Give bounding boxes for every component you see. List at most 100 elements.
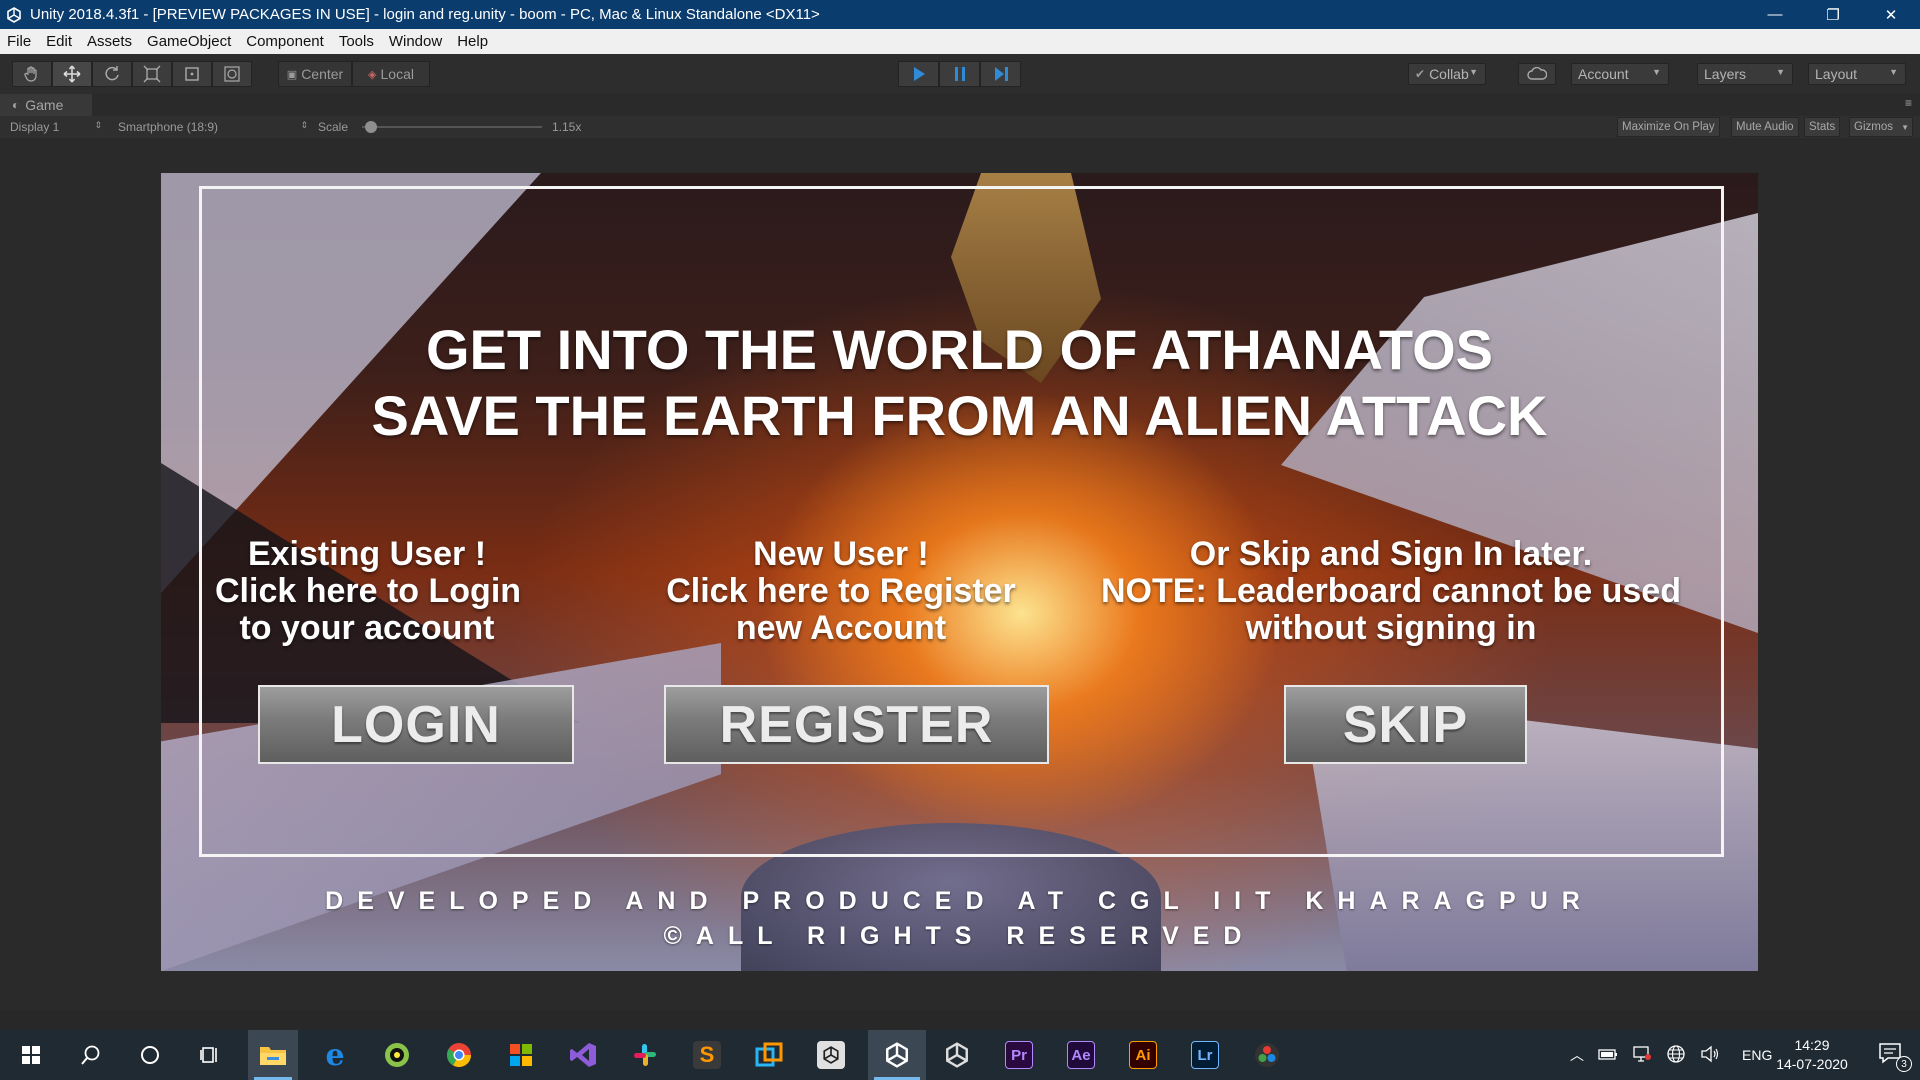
notification-center-icon[interactable]: 3 — [1878, 1042, 1912, 1072]
gizmos-label: Gizmos — [1854, 121, 1893, 133]
mute-audio-toggle[interactable]: Mute Audio — [1731, 117, 1799, 137]
rect-tool-icon[interactable] — [172, 61, 212, 87]
chrome-icon[interactable] — [434, 1030, 484, 1080]
headline-line-1: GET INTO THE WORLD OF ATHANATOS — [425, 318, 1494, 381]
edge-icon[interactable]: e — [310, 1030, 360, 1080]
chevron-down-icon: ▼ — [1469, 67, 1478, 77]
chevron-down-icon: ▼ — [1652, 67, 1661, 77]
search-icon[interactable] — [66, 1030, 116, 1080]
credit-line-2: ©ALL RIGHTS RESERVED — [663, 922, 1256, 950]
taskbar-clock[interactable]: 14:29 14-07-2020 — [1772, 1036, 1852, 1074]
menu-help[interactable]: Help — [450, 33, 496, 50]
playback-controls — [898, 61, 1021, 87]
scale-label: Scale — [318, 120, 349, 134]
game-tab[interactable]: ◐ Game — [0, 94, 92, 116]
scale-value: 1.15x — [552, 120, 582, 134]
game-controller-icon: ◐ — [12, 98, 20, 112]
after-effects-icon[interactable]: Ae — [1056, 1030, 1106, 1080]
move-tool-icon[interactable] — [52, 61, 92, 87]
pivot-local-toggle[interactable]: ◈ Local — [352, 61, 430, 87]
unity-editor-icon[interactable] — [932, 1030, 982, 1080]
register-button[interactable]: REGISTER — [664, 685, 1049, 764]
unity-hub-icon[interactable] — [806, 1030, 856, 1080]
menu-file[interactable]: File — [0, 33, 39, 50]
local-space-icon: ◈ — [368, 68, 377, 81]
pivot-icon: ▣ — [286, 68, 298, 81]
rotate-tool-icon[interactable] — [92, 61, 132, 87]
collab-dropdown[interactable]: ✔ Collab ▼ — [1408, 63, 1486, 85]
layout-dropdown[interactable]: Layout ▼ — [1808, 63, 1906, 85]
transform-tools — [12, 61, 252, 87]
headline-line-2: SAVE THE EARTH FROM AN ALIEN ATTACK — [371, 384, 1548, 447]
skip-button[interactable]: SKIP — [1284, 685, 1527, 764]
maximize-on-play-toggle[interactable]: Maximize On Play — [1617, 117, 1720, 137]
globe-icon[interactable] — [1666, 1044, 1686, 1067]
scale-slider-thumb[interactable] — [365, 121, 377, 133]
panel-menu-icon[interactable]: ≡ — [1905, 96, 1912, 110]
app-globe-icon[interactable] — [372, 1030, 422, 1080]
pivot-center-toggle[interactable]: ▣ Center — [278, 61, 352, 87]
pivot-controls: ▣ Center ◈ Local — [278, 61, 430, 87]
skip-line-3: without signing in — [1245, 609, 1537, 647]
davinci-resolve-icon[interactable] — [1242, 1030, 1292, 1080]
game-tab-label: Game — [25, 97, 64, 113]
play-button[interactable] — [898, 61, 939, 87]
menu-tools[interactable]: Tools — [332, 33, 382, 50]
stats-toggle[interactable]: Stats — [1804, 117, 1841, 137]
menu-component[interactable]: Component — [239, 33, 332, 50]
windows-start-icon[interactable] — [6, 1030, 56, 1080]
login-button[interactable]: LOGIN — [258, 685, 574, 764]
game-tab-header: ◐ Game ≡ — [0, 94, 1920, 116]
resolution-dropdown[interactable]: Smartphone (18:9) ⇕ — [118, 120, 308, 134]
step-button[interactable] — [980, 61, 1021, 87]
visual-studio-icon[interactable] — [558, 1030, 608, 1080]
language-indicator[interactable]: ENG — [1742, 1047, 1772, 1063]
display-dropdown[interactable]: Display 1 ⇕ — [10, 120, 102, 134]
account-dropdown[interactable]: Account ▼ — [1571, 63, 1669, 85]
gizmos-dropdown[interactable]: Gizmos ▼ — [1849, 117, 1913, 137]
menu-gameobject[interactable]: GameObject — [140, 33, 239, 50]
chevron-down-icon: ▼ — [1776, 67, 1785, 77]
cortana-icon[interactable] — [125, 1030, 175, 1080]
minimize-button[interactable]: — — [1746, 0, 1804, 29]
close-button[interactable]: ✕ — [1862, 0, 1920, 29]
existing-user-line-2: Click here to Login — [215, 572, 522, 610]
new-user-line-1: New User ! — [753, 535, 929, 573]
task-view-icon[interactable] — [185, 1030, 235, 1080]
menu-window[interactable]: Window — [382, 33, 450, 50]
menu-bar: File Edit Assets GameObject Component To… — [0, 29, 1920, 54]
cloud-button[interactable] — [1518, 63, 1556, 85]
game-screen: GET INTO THE WORLD OF ATHANATOS SAVE THE… — [161, 173, 1758, 971]
windows-taskbar: e S Pr Ae Ai Lr ︿ ENG 14:29 14-07-2020 3 — [0, 1030, 1920, 1080]
window-title-bar: Unity 2018.4.3f1 - [PREVIEW PACKAGES IN … — [0, 0, 1920, 29]
layers-dropdown[interactable]: Layers ▼ — [1697, 63, 1793, 85]
skip-line-1: Or Skip and Sign In later. — [1189, 535, 1593, 573]
new-user-line-2: Click here to Register — [666, 572, 1016, 610]
skip-text: Or Skip and Sign In later. NOTE: Leaderb… — [1091, 536, 1691, 647]
scale-slider[interactable] — [362, 121, 542, 133]
play-icon — [913, 67, 925, 81]
restore-button[interactable]: ❐ — [1804, 0, 1862, 29]
menu-edit[interactable]: Edit — [39, 33, 80, 50]
menu-assets[interactable]: Assets — [80, 33, 140, 50]
existing-user-line-3: to your account — [239, 609, 495, 647]
hand-tool-icon[interactable] — [12, 61, 52, 87]
scale-tool-icon[interactable] — [132, 61, 172, 87]
slack-icon[interactable] — [620, 1030, 670, 1080]
sublime-text-icon[interactable]: S — [682, 1030, 732, 1080]
skip-line-2: NOTE: Leaderboard cannot be used — [1101, 572, 1681, 610]
lightroom-icon[interactable]: Lr — [1180, 1030, 1230, 1080]
app-windows-icon[interactable] — [744, 1030, 794, 1080]
file-explorer-icon[interactable] — [248, 1030, 298, 1080]
pause-button[interactable] — [939, 61, 980, 87]
battery-icon[interactable] — [1598, 1047, 1618, 1064]
speaker-icon[interactable] — [1700, 1045, 1720, 1066]
network-wired-icon[interactable] — [1632, 1045, 1652, 1066]
chevron-up-icon[interactable]: ︿ — [1570, 1045, 1584, 1065]
microsoft-store-icon[interactable] — [496, 1030, 546, 1080]
premiere-pro-icon[interactable]: Pr — [994, 1030, 1044, 1080]
transform-tool-icon[interactable] — [212, 61, 252, 87]
layout-label: Layout — [1815, 66, 1858, 82]
illustrator-icon[interactable]: Ai — [1118, 1030, 1168, 1080]
unity-icon[interactable] — [868, 1030, 926, 1080]
